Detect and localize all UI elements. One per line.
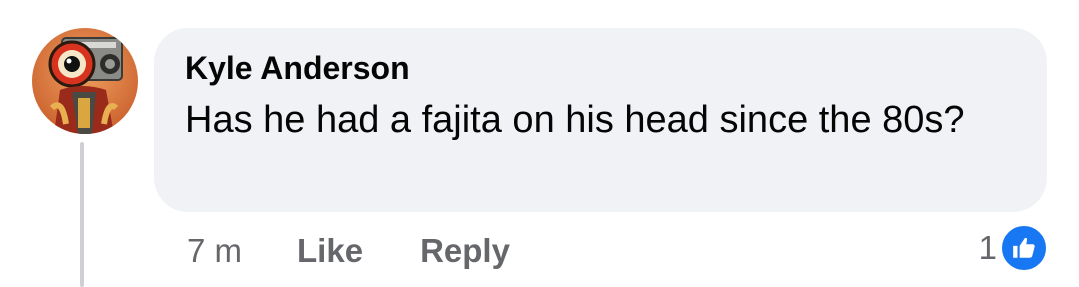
boombox-character-avatar-icon [32,28,138,134]
timestamp[interactable]: 7 m [187,232,242,270]
author-name[interactable]: Kyle Anderson [185,48,1017,88]
comment-text: Has he had a fajita on his head since th… [185,99,965,141]
comment-container: Kyle Anderson Has he had a fajita on his… [0,0,1079,287]
thread-line [80,142,84,287]
reaction-count: 1 [978,229,997,266]
reaction-summary[interactable]: 1 [978,223,1049,273]
like-icon [999,223,1049,273]
avatar[interactable] [32,28,138,134]
comment-bubble: Kyle Anderson Has he had a fajita on his… [154,28,1047,212]
comment-actions: 7 m Like Reply [187,228,567,274]
reply-button[interactable]: Reply [420,232,510,270]
like-button[interactable]: Like [297,232,363,270]
